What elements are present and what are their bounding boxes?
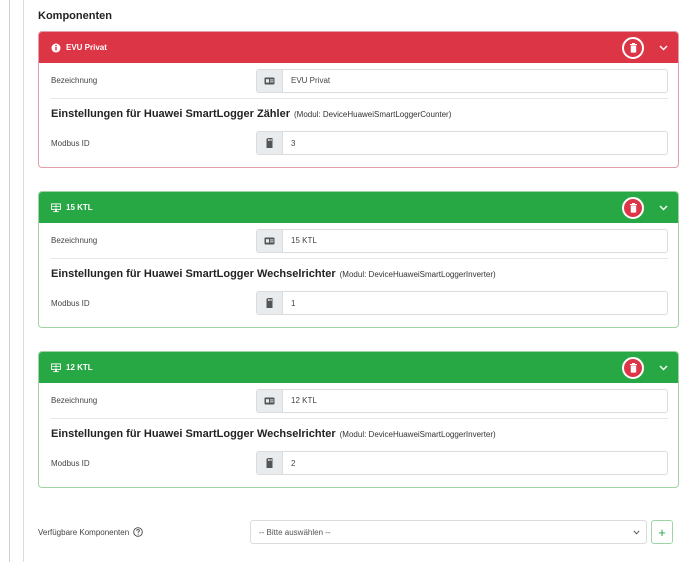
add-component-row: Verfügbare Komponenten -- Bitte auswähle… bbox=[38, 520, 679, 544]
left-border-line-inner bbox=[23, 0, 24, 562]
component-card-15-ktl: 15 KTL Bezeichnung 15 KTL Einstellungen … bbox=[38, 191, 679, 328]
component-select[interactable]: -- Bitte auswählen -- bbox=[250, 520, 647, 544]
settings-title: Einstellungen für Huawei SmartLogger Wec… bbox=[51, 428, 336, 440]
trash-icon bbox=[629, 42, 637, 53]
trash-icon bbox=[629, 202, 637, 213]
bezeichnung-value[interactable]: 15 KTL bbox=[283, 230, 667, 252]
chevron-down-icon[interactable] bbox=[658, 43, 668, 53]
sd-card-icon bbox=[257, 132, 283, 154]
bezeichnung-label: Bezeichnung bbox=[51, 236, 98, 245]
sd-card-icon bbox=[257, 452, 283, 474]
component-card-12-ktl: 12 KTL Bezeichnung 12 KTL Einstellungen … bbox=[38, 351, 679, 488]
modbus-row: Modbus ID 3 bbox=[51, 129, 668, 157]
id-card-icon bbox=[257, 389, 283, 412]
bezeichnung-row: Bezeichnung 15 KTL bbox=[51, 223, 668, 259]
section-title: Komponenten bbox=[38, 10, 112, 22]
modbus-id-value[interactable]: 3 bbox=[283, 132, 667, 154]
chevron-down-icon[interactable] bbox=[658, 363, 668, 373]
modbus-id-value[interactable]: 1 bbox=[283, 292, 667, 314]
component-select-value: -- Bitte auswählen -- bbox=[259, 527, 331, 537]
settings-title: Einstellungen für Huawei SmartLogger Zäh… bbox=[51, 108, 290, 120]
modbus-id-field[interactable]: 1 bbox=[256, 291, 668, 315]
settings-module: (Modul: DeviceHuaweiSmartLoggerInverter) bbox=[339, 429, 496, 439]
card-title: 12 KTL bbox=[66, 363, 93, 372]
bezeichnung-field[interactable]: EVU Privat bbox=[256, 68, 668, 93]
bezeichnung-label: Bezeichnung bbox=[51, 76, 98, 85]
modbus-label: Modbus ID bbox=[51, 138, 90, 148]
bezeichnung-value[interactable]: EVU Privat bbox=[283, 70, 667, 92]
left-border-line bbox=[9, 0, 10, 562]
delete-button[interactable] bbox=[622, 36, 644, 59]
chevron-down-icon bbox=[633, 528, 640, 537]
bezeichnung-label: Bezeichnung bbox=[51, 396, 98, 405]
info-circle-icon bbox=[51, 43, 61, 53]
modbus-label: Modbus ID bbox=[51, 458, 90, 468]
card-header[interactable]: EVU Privat bbox=[39, 32, 678, 63]
bezeichnung-field[interactable]: 12 KTL bbox=[256, 388, 668, 413]
solar-panel-icon bbox=[51, 202, 61, 213]
settings-title: Einstellungen für Huawei SmartLogger Wec… bbox=[51, 268, 336, 280]
settings-heading: Einstellungen für Huawei SmartLogger Wec… bbox=[51, 419, 668, 449]
delete-button[interactable] bbox=[622, 196, 644, 219]
solar-panel-icon bbox=[51, 362, 61, 373]
modbus-id-field[interactable]: 3 bbox=[256, 131, 668, 155]
modbus-label: Modbus ID bbox=[51, 298, 90, 308]
modbus-row: Modbus ID 1 bbox=[51, 289, 668, 317]
id-card-icon bbox=[257, 229, 283, 252]
card-header[interactable]: 15 KTL bbox=[39, 192, 678, 223]
available-components-text: Verfügbare Komponenten bbox=[38, 527, 130, 537]
settings-heading: Einstellungen für Huawei SmartLogger Wec… bbox=[51, 259, 668, 289]
bezeichnung-value[interactable]: 12 KTL bbox=[283, 390, 667, 412]
card-title: 15 KTL bbox=[66, 203, 93, 212]
trash-icon bbox=[629, 362, 637, 373]
id-card-icon bbox=[257, 69, 283, 92]
settings-module: (Modul: DeviceHuaweiSmartLoggerInverter) bbox=[339, 269, 496, 279]
question-circle-icon[interactable] bbox=[133, 527, 143, 537]
chevron-down-icon[interactable] bbox=[658, 203, 668, 213]
delete-button[interactable] bbox=[622, 356, 644, 379]
modbus-row: Modbus ID 2 bbox=[51, 449, 668, 477]
modbus-id-value[interactable]: 2 bbox=[283, 452, 667, 474]
available-components-label: Verfügbare Komponenten bbox=[38, 527, 250, 537]
card-header[interactable]: 12 KTL bbox=[39, 352, 678, 383]
sd-card-icon bbox=[257, 292, 283, 314]
card-title: EVU Privat bbox=[66, 43, 107, 52]
modbus-id-field[interactable]: 2 bbox=[256, 451, 668, 475]
settings-heading: Einstellungen für Huawei SmartLogger Zäh… bbox=[51, 99, 668, 129]
bezeichnung-field[interactable]: 15 KTL bbox=[256, 228, 668, 253]
bezeichnung-row: Bezeichnung EVU Privat bbox=[51, 63, 668, 99]
bezeichnung-row: Bezeichnung 12 KTL bbox=[51, 383, 668, 419]
add-component-button[interactable]: + bbox=[651, 520, 673, 544]
component-card-evu-privat: EVU Privat Bezeichnung EVU Privat Einste… bbox=[38, 31, 679, 168]
settings-module: (Modul: DeviceHuaweiSmartLoggerCounter) bbox=[293, 109, 452, 119]
